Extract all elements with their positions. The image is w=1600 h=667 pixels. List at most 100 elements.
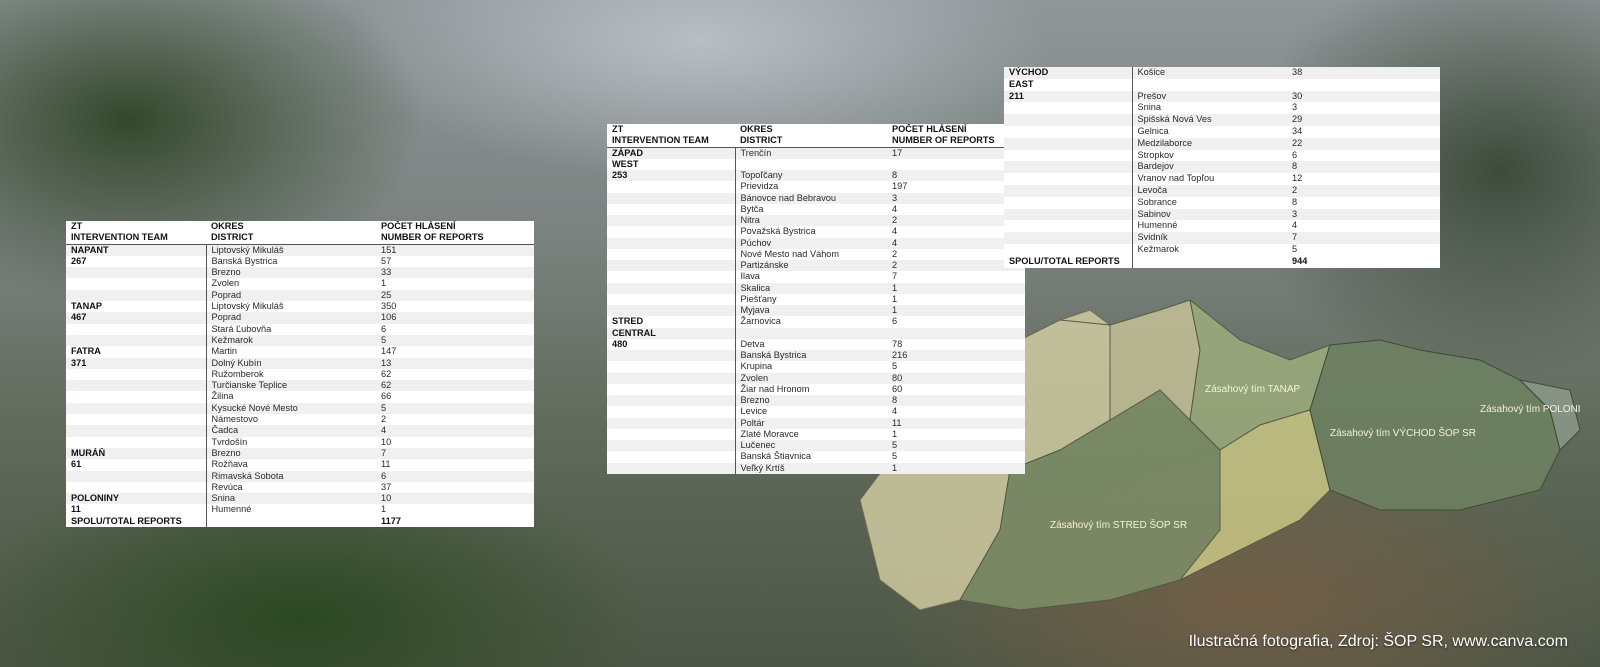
- reports-cell: 10: [376, 493, 534, 505]
- reports-table-3: VÝCHOD Košice 38 EAST 211 Prešov 30 Snina 3 Spišs…: [1004, 67, 1440, 268]
- table-row: Skalica 1: [607, 282, 1025, 294]
- table-row: Banská Bystrica 216: [607, 350, 1025, 362]
- table-row: Nové Mesto nad Váhom 2: [607, 248, 1025, 260]
- table-row: Krupina 5: [607, 361, 1025, 373]
- total-label: SPOLU/TOTAL REPORTS: [66, 515, 207, 528]
- district-cell: Detva: [735, 338, 887, 350]
- district-cell: Tvrdošín: [206, 436, 376, 448]
- map-label-vychod: Zásahový tím VÝCHOD ŠOP SR: [1330, 426, 1476, 439]
- header-team: ZT INTERVENTION TEAM: [66, 221, 206, 245]
- district-cell: Medzilaborce: [1132, 137, 1287, 150]
- reports-cell: 151: [376, 244, 534, 256]
- district-cell: Zvolen: [206, 278, 376, 290]
- table-row: 253 Topoľčany 8: [607, 170, 1025, 182]
- table-row: Poltár 11: [607, 417, 1025, 429]
- team-cell: [1004, 125, 1133, 138]
- table-row: Veľký Krtíš 1: [607, 462, 1025, 474]
- district-cell: Topoľčany: [735, 170, 887, 182]
- district-cell: Trenčín: [735, 147, 887, 159]
- total-row: SPOLU/TOTAL REPORTS 1177: [66, 515, 534, 528]
- reports-cell: 62: [376, 380, 534, 392]
- team-cell: [607, 361, 736, 373]
- table-row: Gelnica 34: [1004, 125, 1440, 138]
- table-row: Zvolen 80: [607, 372, 1025, 384]
- team-cell: [607, 417, 736, 429]
- team-cell: [607, 372, 736, 384]
- district-cell: Snina: [206, 493, 376, 505]
- table-row: Levoča 2: [1004, 184, 1440, 197]
- district-cell: Gelnica: [1132, 125, 1287, 138]
- reports-cell: [1287, 78, 1440, 91]
- district-cell: Levoča: [1132, 184, 1287, 197]
- table-row: Žilina 66: [66, 391, 534, 403]
- district-cell: Brezno: [735, 395, 887, 407]
- district-cell: Piešťany: [735, 293, 887, 305]
- district-cell: [1132, 78, 1287, 91]
- header-reports: POČET HLÁSENÍ NUMBER OF REPORTS: [376, 221, 534, 245]
- district-cell: Prešov: [1132, 90, 1287, 103]
- district-cell: Turčianske Teplice: [206, 380, 376, 392]
- table-row: NAPANT Liptovský Mikuláš 151: [66, 244, 534, 256]
- team-cell: WEST: [607, 158, 736, 170]
- table-row: Myjava 1: [607, 305, 1025, 317]
- table-row: Žiar nad Hronom 60: [607, 383, 1025, 395]
- reports-cell: 11: [887, 417, 1025, 429]
- table-row: Zvolen 1: [66, 278, 534, 290]
- table-row: POLONINY Snina 10: [66, 493, 534, 505]
- reports-cell: 6: [1287, 149, 1440, 162]
- district-cell: Považská Bystrica: [735, 226, 887, 238]
- reports-cell: 216: [887, 350, 1025, 362]
- team-cell: [1004, 114, 1133, 126]
- table-row: WEST: [607, 158, 1025, 170]
- table-row: Púchov 4: [607, 237, 1025, 249]
- reports-cell: 12: [1287, 173, 1440, 185]
- reports-cell: 5: [887, 451, 1025, 463]
- district-cell: Kežmarok: [206, 334, 376, 347]
- table-row: 211 Prešov 30: [1004, 90, 1440, 103]
- team-cell: [66, 323, 207, 335]
- team-cell: [607, 428, 736, 440]
- team-cell: FATRA: [66, 346, 207, 358]
- table-row: Humenné 4: [1004, 220, 1440, 233]
- table-row: Námestovo 2: [66, 414, 534, 426]
- team-cell: [607, 203, 736, 215]
- team-cell: [66, 267, 207, 279]
- team-cell: [607, 383, 736, 395]
- reports-cell: 6: [887, 316, 1025, 328]
- district-cell: Púchov: [735, 237, 887, 249]
- team-cell: STRED: [607, 316, 736, 328]
- reports-cell: 7: [376, 447, 534, 460]
- district-cell: Ilava: [735, 271, 887, 283]
- team-cell: [607, 462, 736, 474]
- team-cell: MURÁŇ: [66, 447, 207, 460]
- district-cell: Prievidza: [735, 181, 887, 193]
- reports-cell: 1: [376, 278, 534, 290]
- reports-cell: 33: [376, 267, 534, 279]
- team-cell: [66, 481, 207, 494]
- header-team: ZT INTERVENTION TEAM: [607, 124, 735, 148]
- table-row: Turčianske Teplice 62: [66, 380, 534, 392]
- team-cell: [66, 368, 207, 381]
- table-row: Sabinov 3: [1004, 208, 1440, 221]
- district-cell: Žarnovica: [735, 316, 887, 328]
- district-cell: Kežmarok: [1132, 243, 1287, 256]
- reports-cell: 4: [376, 425, 534, 437]
- team-cell: [1004, 149, 1133, 162]
- team-cell: [66, 334, 207, 347]
- district-cell: [735, 327, 887, 339]
- district-cell: Krupina: [735, 361, 887, 373]
- district-cell: Banská Bystrica: [206, 255, 376, 268]
- reports-cell: 5: [887, 440, 1025, 452]
- team-cell: [1004, 220, 1133, 233]
- team-cell: [607, 406, 736, 418]
- district-cell: Čadca: [206, 425, 376, 437]
- team-cell: [607, 237, 736, 249]
- team-cell: [607, 248, 736, 260]
- reports-cell: 29: [1287, 114, 1440, 126]
- table-row: Levice 4: [607, 406, 1025, 418]
- team-cell: 467: [66, 312, 207, 324]
- reports-cell: 66: [376, 391, 534, 403]
- table-row: Stará Ľubovňa 6: [66, 323, 534, 335]
- team-cell: [66, 470, 207, 482]
- district-cell: Banská Štiavnica: [735, 451, 887, 463]
